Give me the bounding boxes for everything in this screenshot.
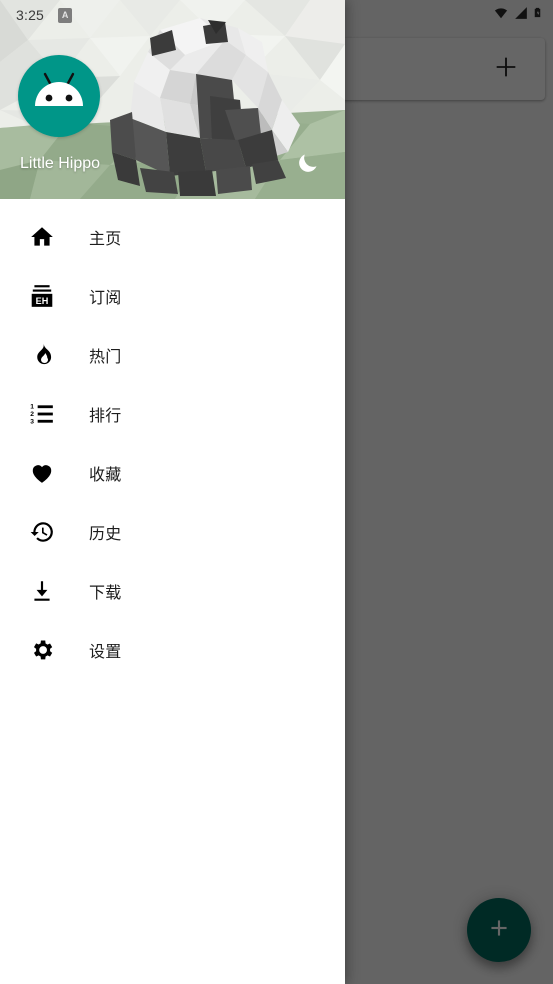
drawer-header: 3:25 A Little Hippo [0,0,345,199]
navigation-drawer: 3:25 A Little Hippo 主页 EH 订阅 热门 1 2 3 排行… [0,0,345,984]
drawer-status-bar: 3:25 A [0,0,345,30]
sidebar-item-label: 下载 [89,584,122,602]
gear-icon [26,634,58,666]
moon-icon [296,151,320,180]
sidebar-item-label: 历史 [89,525,122,543]
svg-text:1: 1 [30,403,34,410]
dark-mode-toggle-button[interactable] [291,148,325,182]
android-robot-icon [30,68,88,125]
svg-text:EH: EH [36,296,49,306]
sidebar-item-settings[interactable]: 设置 [0,620,345,679]
sidebar-item-label: 排行 [89,407,122,425]
download-icon [26,575,58,607]
history-clock-icon [26,516,58,548]
sidebar-item-history[interactable]: 历史 [0,502,345,561]
username-label: Little Hippo [20,155,101,172]
avatar[interactable] [18,55,100,137]
sidebar-item-favorites[interactable]: 收藏 [0,443,345,502]
sidebar-item-downloads[interactable]: 下载 [0,561,345,620]
flame-icon [26,339,58,371]
sidebar-item-label: 热门 [89,348,122,366]
numbered-list-icon: 1 2 3 [26,398,58,430]
sidebar-item-label: 订阅 [89,289,122,307]
sidebar-item-ranking[interactable]: 1 2 3 排行 [0,384,345,443]
heart-icon [26,457,58,489]
eh-subscription-icon: EH [26,280,58,312]
drawer-menu-list: 主页 EH 订阅 热门 1 2 3 排行 收藏 历史 下载 设置 [0,199,345,679]
sidebar-item-label: 主页 [89,230,122,248]
sidebar-item-label: 收藏 [89,466,122,484]
alarm-badge-icon: A [58,7,73,23]
sidebar-item-label: 设置 [89,643,122,661]
svg-text:2: 2 [30,410,34,417]
sidebar-item-home[interactable]: 主页 [0,207,345,266]
home-icon [26,221,58,253]
svg-text:3: 3 [30,418,34,425]
sidebar-item-popular[interactable]: 热门 [0,325,345,384]
status-bar-clock: 3:25 [16,7,45,23]
sidebar-item-subscription[interactable]: EH 订阅 [0,266,345,325]
